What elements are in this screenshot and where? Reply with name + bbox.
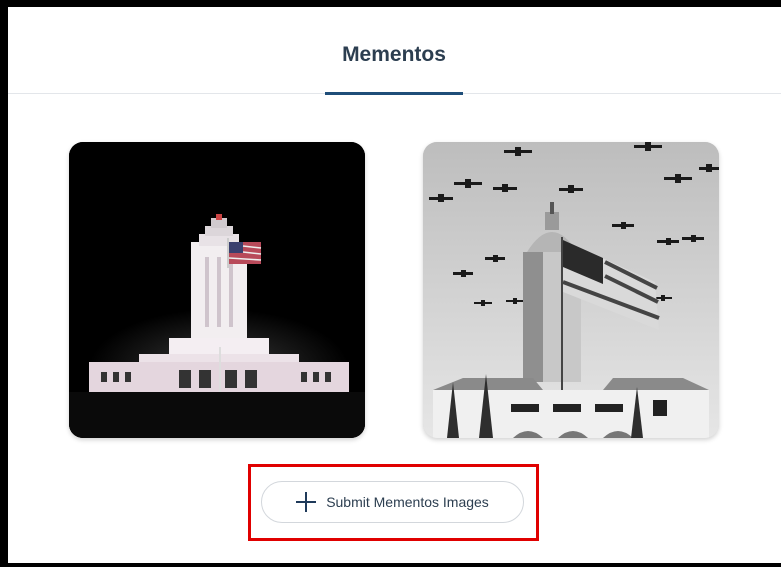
- tab-mementos[interactable]: Mementos: [325, 7, 463, 95]
- active-tab-indicator: [325, 92, 463, 95]
- submit-mementos-label: Submit Mementos Images: [326, 494, 489, 510]
- bw-tower-aircraft-photo: [423, 142, 719, 438]
- plus-icon: [296, 492, 317, 512]
- submit-mementos-button[interactable]: Submit Mementos Images: [261, 481, 524, 523]
- memento-image-2[interactable]: [423, 142, 719, 438]
- memento-image-1[interactable]: [69, 142, 365, 438]
- tab-mementos-label: Mementos: [342, 43, 446, 66]
- night-building-photo: [69, 142, 365, 438]
- tab-bar: Mementos: [8, 7, 781, 95]
